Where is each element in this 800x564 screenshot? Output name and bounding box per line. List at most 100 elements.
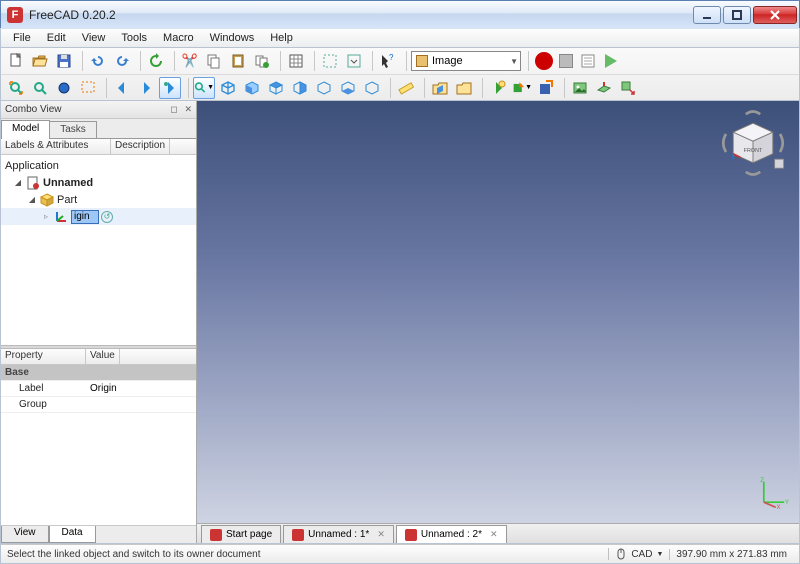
tab-data[interactable]: Data xyxy=(49,526,96,543)
image-plane-button[interactable] xyxy=(593,77,615,99)
bounding-box-button[interactable] xyxy=(319,50,341,72)
chevron-down-icon: ▼ xyxy=(656,551,663,558)
panel-close-button[interactable]: ✕ xyxy=(184,104,192,114)
duplicate-button[interactable] xyxy=(251,50,273,72)
twister-icon[interactable]: ◢ xyxy=(27,195,37,204)
image-wb-icon xyxy=(416,55,428,67)
view-left-button[interactable] xyxy=(361,77,383,99)
redo-button[interactable] xyxy=(111,50,133,72)
fit-all-button[interactable] xyxy=(5,77,27,99)
col-desc[interactable]: Description xyxy=(111,139,170,154)
copy-button[interactable] xyxy=(203,50,225,72)
fit-selection-button[interactable] xyxy=(29,77,51,99)
tree-row-application[interactable]: Application xyxy=(1,157,196,174)
whats-this-button[interactable]: ? xyxy=(377,50,399,72)
make-link-button[interactable] xyxy=(487,77,509,99)
separator xyxy=(525,51,529,71)
menu-view[interactable]: View xyxy=(74,30,114,46)
macro-record-button[interactable] xyxy=(535,52,553,70)
sync-view-button[interactable]: ▼ xyxy=(193,77,215,99)
view-rear-button[interactable] xyxy=(313,77,335,99)
tab-view[interactable]: View xyxy=(1,526,49,543)
view-top-button[interactable] xyxy=(265,77,287,99)
undo-button[interactable] xyxy=(87,50,109,72)
new-doc-button[interactable] xyxy=(5,50,27,72)
menu-windows[interactable]: Windows xyxy=(202,30,263,46)
group-button[interactable] xyxy=(453,77,475,99)
workbench-label: Image xyxy=(432,55,463,67)
col-property[interactable]: Property xyxy=(1,349,86,364)
origin-label-edit[interactable]: igin xyxy=(71,210,99,224)
macro-stop-button[interactable] xyxy=(559,54,573,68)
dropdown-button[interactable] xyxy=(343,50,365,72)
view-right-button[interactable] xyxy=(289,77,311,99)
col-value[interactable]: Value xyxy=(86,349,120,364)
prop-group-base[interactable]: Base xyxy=(1,365,196,381)
window-maximize-button[interactable] xyxy=(723,6,751,24)
status-nav-mode[interactable]: CAD ▼ xyxy=(608,548,669,560)
draw-style-button[interactable] xyxy=(53,77,75,99)
tab-tasks[interactable]: Tasks xyxy=(49,121,97,138)
separator xyxy=(311,51,315,71)
prop-row-group[interactable]: Group xyxy=(1,397,196,413)
link-nav-button[interactable] xyxy=(159,77,181,99)
chevron-down-icon: ▼ xyxy=(510,57,518,66)
window-titlebar: F FreeCAD 0.20.2 xyxy=(0,0,800,28)
measure-button[interactable] xyxy=(395,77,417,99)
twister-icon[interactable]: ▹ xyxy=(41,212,51,221)
panel-float-button[interactable]: ◻ xyxy=(170,104,177,114)
workbench-selector[interactable]: Image ▼ xyxy=(411,51,521,71)
menu-help[interactable]: Help xyxy=(262,30,301,46)
refresh-button[interactable] xyxy=(145,50,167,72)
doc-tab-unnamed-2[interactable]: Unnamed : 2*✕ xyxy=(396,525,507,543)
part-button[interactable] xyxy=(429,77,451,99)
macro-list-button[interactable] xyxy=(577,50,599,72)
prop-row-label[interactable]: LabelOrigin xyxy=(1,381,196,397)
menu-edit[interactable]: Edit xyxy=(39,30,74,46)
nav-prev-button[interactable] xyxy=(111,77,133,99)
nav-next-button[interactable] xyxy=(135,77,157,99)
window-minimize-button[interactable] xyxy=(693,6,721,24)
doc-tab-unnamed-1[interactable]: Unnamed : 1*✕ xyxy=(283,525,394,543)
tab-model[interactable]: Model xyxy=(1,120,50,139)
model-tree[interactable]: Application ◢ Unnamed ◢ Part ▹ igin ↺ xyxy=(1,155,196,345)
separator xyxy=(171,51,175,71)
tree-row-part[interactable]: ◢ Part xyxy=(1,191,196,208)
image-scale-button[interactable] xyxy=(617,77,639,99)
props-header: Property Value xyxy=(1,349,196,365)
view-front-button[interactable] xyxy=(241,77,263,99)
tree-row-document[interactable]: ◢ Unnamed xyxy=(1,174,196,191)
view-iso-button[interactable] xyxy=(217,77,239,99)
tree-row-origin[interactable]: ▹ igin ↺ xyxy=(1,208,196,225)
spreadsheet-button[interactable] xyxy=(285,50,307,72)
svg-text:Z: Z xyxy=(760,478,764,484)
open-button[interactable] xyxy=(29,50,51,72)
navigation-cube[interactable]: FRONT xyxy=(717,107,789,179)
separator xyxy=(387,78,391,98)
menu-file[interactable]: File xyxy=(5,30,39,46)
view-bottom-button[interactable] xyxy=(337,77,359,99)
zoom-region-button[interactable] xyxy=(77,77,99,99)
image-open-button[interactable] xyxy=(569,77,591,99)
twister-icon[interactable]: ◢ xyxy=(13,178,23,187)
close-tab-icon[interactable]: ✕ xyxy=(490,529,498,540)
col-labels[interactable]: Labels & Attributes xyxy=(1,139,111,154)
doc-tab-start[interactable]: Start page xyxy=(201,525,281,543)
paste-button[interactable] xyxy=(227,50,249,72)
separator xyxy=(369,51,373,71)
save-button[interactable] xyxy=(53,50,75,72)
toolbars: ✂️ ? Image ▼ ▼ xyxy=(0,48,800,101)
separator xyxy=(403,51,407,71)
menu-macro[interactable]: Macro xyxy=(155,30,202,46)
property-table[interactable]: Base LabelOrigin Group xyxy=(1,365,196,413)
close-tab-icon[interactable]: ✕ xyxy=(377,529,385,540)
doc-icon xyxy=(405,529,417,541)
window-close-button[interactable] xyxy=(753,6,797,24)
import-links-button[interactable] xyxy=(535,77,557,99)
macro-run-button[interactable] xyxy=(605,54,617,68)
link-actions-button[interactable]: ▼ xyxy=(511,77,533,99)
cut-button[interactable]: ✂️ xyxy=(179,50,201,72)
3d-viewport[interactable]: FRONT Z Y X Start page Unnamed : 1*✕ Unn… xyxy=(197,101,799,543)
menu-tools[interactable]: Tools xyxy=(113,30,155,46)
svg-text:X: X xyxy=(777,505,781,509)
